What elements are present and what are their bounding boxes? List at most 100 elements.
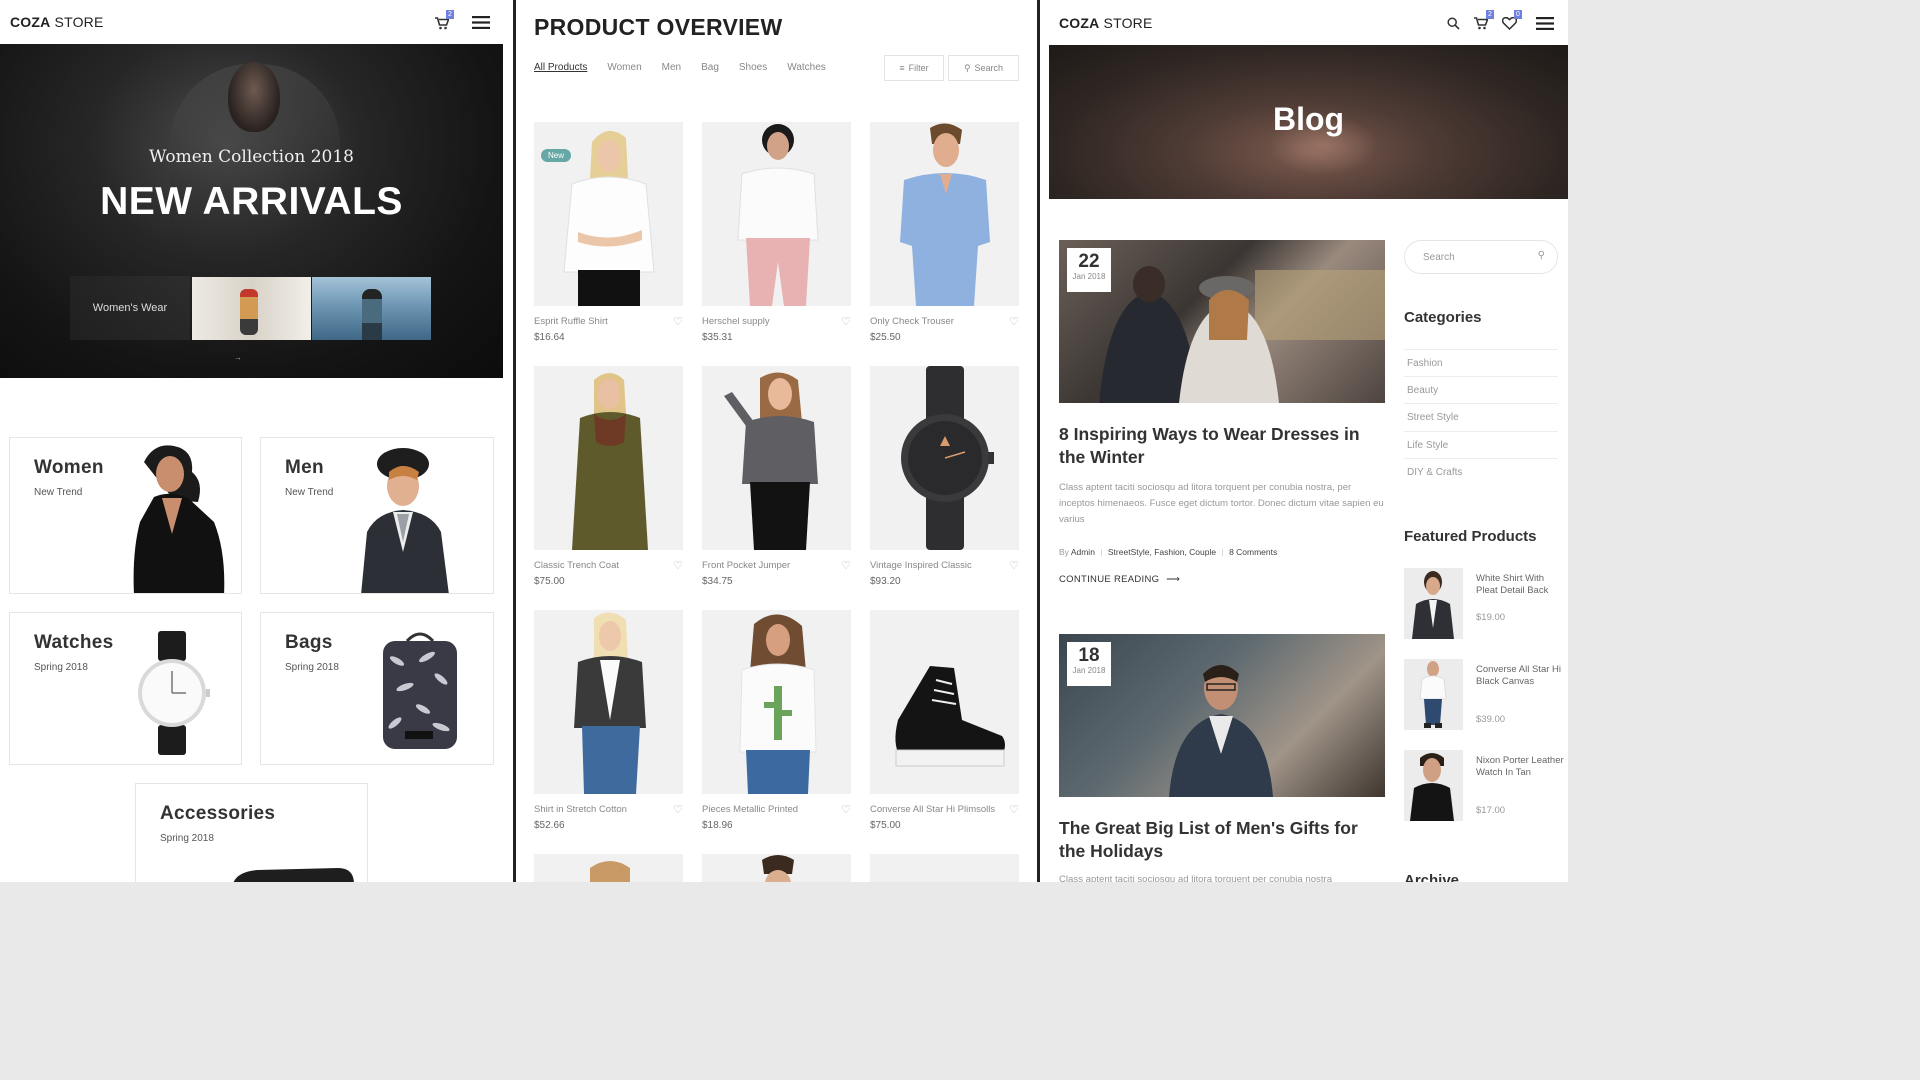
filter-button[interactable]: ≡ Filter: [884, 55, 944, 81]
search-icon[interactable]: ⚲: [1538, 250, 1545, 261]
product-name[interactable]: Pieces Metallic Printed: [702, 804, 798, 815]
post-meta: By Admin | StreetStyle, Fashion, Couple …: [1059, 547, 1277, 557]
search-placeholder: Search: [1423, 251, 1455, 263]
category-link[interactable]: Fashion: [1404, 349, 1558, 376]
category-link[interactable]: Life Style: [1404, 430, 1558, 458]
category-card-accessories[interactable]: Accessories Spring 2018: [135, 783, 368, 882]
heart-icon[interactable]: ♡: [841, 803, 851, 816]
product-image[interactable]: [702, 610, 851, 794]
post-comments[interactable]: 8 Comments: [1229, 547, 1277, 557]
product-image[interactable]: [534, 854, 683, 882]
tab-women[interactable]: Women: [607, 62, 641, 73]
product-name[interactable]: Esprit Ruffle Shirt: [534, 316, 608, 327]
continue-reading-link[interactable]: CONTINUE READING ⟶: [1059, 574, 1180, 585]
post-author[interactable]: Admin: [1071, 547, 1095, 557]
product-name[interactable]: Vintage Inspired Classic: [870, 560, 972, 571]
featured-product-price: $19.00: [1476, 612, 1506, 623]
slider-thumb-womens-wear[interactable]: Women's Wear: [70, 276, 190, 340]
slider-arrow-icon[interactable]: →: [234, 353, 242, 362]
heart-icon[interactable]: ♡: [1009, 803, 1019, 816]
blog-hero-banner: Blog: [1049, 45, 1568, 199]
menu-icon[interactable]: [1535, 15, 1555, 31]
product-name[interactable]: Classic Trench Coat: [534, 560, 619, 571]
product-price: $34.75: [702, 576, 733, 587]
cart-icon[interactable]: 2: [433, 10, 454, 32]
product-image[interactable]: [870, 610, 1019, 794]
category-link[interactable]: DIY & Crafts: [1404, 457, 1558, 485]
meta-separator: |: [1100, 547, 1103, 557]
logo[interactable]: COZA STORE: [1059, 15, 1153, 31]
category-card-men[interactable]: Men New Trend: [260, 437, 494, 594]
heart-icon[interactable]: ♡: [841, 559, 851, 572]
heart-icon[interactable]: ♡: [1009, 315, 1019, 328]
categories-heading: Categories: [1404, 309, 1482, 326]
hero-subtitle: Women Collection 2018: [149, 147, 354, 167]
slider-thumb-3[interactable]: [312, 277, 431, 340]
post-image[interactable]: 22 Jan 2018: [1059, 240, 1385, 403]
tab-all-products[interactable]: All Products: [534, 62, 587, 73]
cart-icon[interactable]: 2: [1472, 10, 1494, 31]
featured-product-name[interactable]: Nixon Porter Leather Watch In Tan: [1476, 755, 1564, 780]
product-image[interactable]: New: [534, 122, 683, 306]
thumb-label: Women's Wear: [92, 302, 168, 314]
menu-icon[interactable]: [471, 14, 491, 30]
featured-product-price: $39.00: [1476, 714, 1506, 725]
featured-product-image[interactable]: [1404, 568, 1463, 639]
hero-title: NEW ARRIVALS: [100, 180, 403, 223]
post-title[interactable]: The Great Big List of Men's Gifts for th…: [1059, 817, 1385, 863]
product-price: $75.00: [870, 820, 901, 831]
sidebar-search-input[interactable]: Search ⚲: [1404, 240, 1558, 274]
product-image[interactable]: [870, 854, 1019, 882]
featured-product-image[interactable]: [1404, 659, 1463, 730]
logo[interactable]: COZA STORE: [10, 14, 104, 30]
heart-icon[interactable]: 0: [1500, 10, 1522, 31]
product-image[interactable]: [870, 366, 1019, 550]
category-card-bags[interactable]: Bags Spring 2018: [260, 612, 494, 765]
new-badge: New: [541, 149, 572, 162]
category-title: Watches: [34, 632, 114, 653]
product-price: $93.20: [870, 576, 901, 587]
product-image[interactable]: [534, 610, 683, 794]
post-excerpt: Class aptent taciti sociosqu ad litora t…: [1059, 482, 1384, 525]
featured-product-name[interactable]: Converse All Star Hi Black Canvas: [1476, 664, 1564, 689]
tab-men[interactable]: Men: [662, 62, 681, 73]
category-link[interactable]: Beauty: [1404, 376, 1558, 403]
heart-icon[interactable]: ♡: [673, 559, 683, 572]
tab-shoes[interactable]: Shoes: [739, 62, 767, 73]
product-price: $16.64: [534, 332, 565, 343]
post-day: 22: [1078, 251, 1100, 272]
heart-icon[interactable]: ♡: [841, 315, 851, 328]
category-card-women[interactable]: Women New Trend: [9, 437, 242, 594]
tab-bag[interactable]: Bag: [701, 62, 719, 73]
wishlist-count-badge: 0: [1514, 10, 1522, 19]
search-button[interactable]: ⚲ Search: [948, 55, 1019, 81]
product-name[interactable]: Converse All Star Hi Plimsolls: [870, 804, 995, 815]
category-title: Men: [285, 457, 324, 478]
post-title[interactable]: 8 Inspiring Ways to Wear Dresses in the …: [1059, 423, 1385, 469]
product-image[interactable]: [870, 122, 1019, 306]
post-image[interactable]: 18 Jan 2018: [1059, 634, 1385, 797]
product-image[interactable]: [702, 854, 851, 882]
heart-icon[interactable]: ♡: [673, 803, 683, 816]
featured-product-name[interactable]: White Shirt With Pleat Detail Back: [1476, 573, 1564, 598]
tab-watches[interactable]: Watches: [787, 62, 826, 73]
page-title: Blog: [1272, 101, 1345, 137]
slider-thumb-2[interactable]: [192, 277, 311, 340]
category-card-watches[interactable]: Watches Spring 2018: [9, 612, 242, 765]
cart-count-badge: 2: [446, 10, 454, 19]
product-name[interactable]: Front Pocket Jumper: [702, 560, 790, 571]
product-image[interactable]: [702, 366, 851, 550]
heart-icon[interactable]: ♡: [673, 315, 683, 328]
category-link[interactable]: Street Style: [1404, 403, 1558, 430]
product-name[interactable]: Shirt in Stretch Cotton: [534, 804, 627, 815]
heart-icon[interactable]: ♡: [1009, 559, 1019, 572]
post-tags[interactable]: StreetStyle, Fashion, Couple: [1108, 547, 1216, 557]
post-day: 18: [1078, 645, 1100, 666]
product-name[interactable]: Only Check Trouser: [870, 316, 954, 327]
product-image[interactable]: [534, 366, 683, 550]
product-image[interactable]: [702, 122, 851, 306]
search-icon[interactable]: [1445, 15, 1461, 31]
featured-product-image[interactable]: [1404, 750, 1463, 821]
category-subtitle: Spring 2018: [285, 662, 339, 673]
product-name[interactable]: Herschel supply: [702, 316, 770, 327]
